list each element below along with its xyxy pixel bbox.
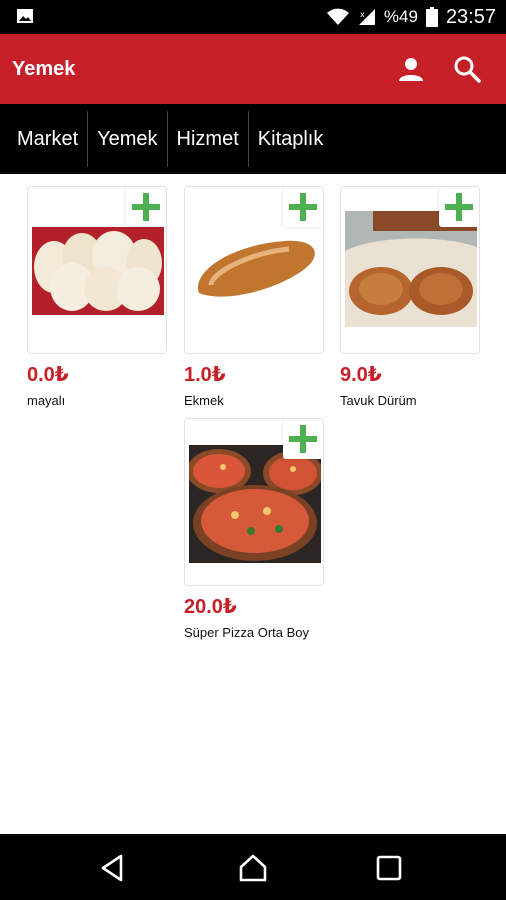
product-name: mayalı [27,393,66,408]
product-name: Tavuk Dürüm [340,393,417,408]
wrap-image [345,211,477,327]
category-tabs: Market Yemek Hizmet Kitaplık [0,104,506,174]
bread-image [189,233,321,307]
search-icon[interactable] [452,54,482,84]
product-price: 1.0₺ [184,364,226,386]
user-icon[interactable] [396,54,426,84]
signal-icon: x [358,9,375,25]
gallery-icon [17,9,33,23]
product-card[interactable]: 20.0₺ Süper Pizza Orta Boy [184,418,324,640]
system-nav-bar [0,834,506,900]
add-icon[interactable] [439,187,479,227]
product-name: Ekmek [184,393,224,408]
product-price: 0.0₺ [27,364,69,386]
add-icon[interactable] [283,419,323,459]
flatbread-image [32,227,164,315]
app-bar: Yemek [0,34,506,104]
status-time: 23:57 [445,5,496,28]
tab-kitaplik[interactable]: Kitaplık [249,111,333,167]
add-icon[interactable] [283,187,323,227]
battery-icon [425,7,438,27]
pizza-image [189,445,321,563]
product-price: 20.0₺ [184,596,237,618]
status-bar: x %49 23:57 [0,0,506,34]
product-image-box[interactable] [184,418,324,586]
back-icon[interactable] [97,852,129,884]
svg-text:x: x [360,10,365,19]
product-name: Süper Pizza Orta Boy [184,625,309,640]
product-image-box[interactable] [184,186,324,354]
add-icon[interactable] [126,187,166,227]
tab-hizmet[interactable]: Hizmet [168,111,249,167]
page-title: Yemek [12,58,76,80]
product-card[interactable]: 1.0₺ Ekmek [184,186,324,408]
product-price: 9.0₺ [340,364,382,386]
wifi-icon [326,8,349,25]
battery-percent: %49 [383,7,418,26]
product-image-box[interactable] [340,186,480,354]
home-icon[interactable] [237,852,269,884]
product-grid: 0.0₺ mayalı 1.0₺ Ekmek 9.0₺ Tavuk Dürüm … [0,174,506,834]
product-card[interactable]: 0.0₺ mayalı [27,186,167,408]
product-card[interactable]: 9.0₺ Tavuk Dürüm [340,186,480,408]
tab-market[interactable]: Market [0,111,89,167]
product-image-box[interactable] [27,186,167,354]
tab-yemek[interactable]: Yemek [88,111,168,167]
recents-icon[interactable] [373,852,405,884]
